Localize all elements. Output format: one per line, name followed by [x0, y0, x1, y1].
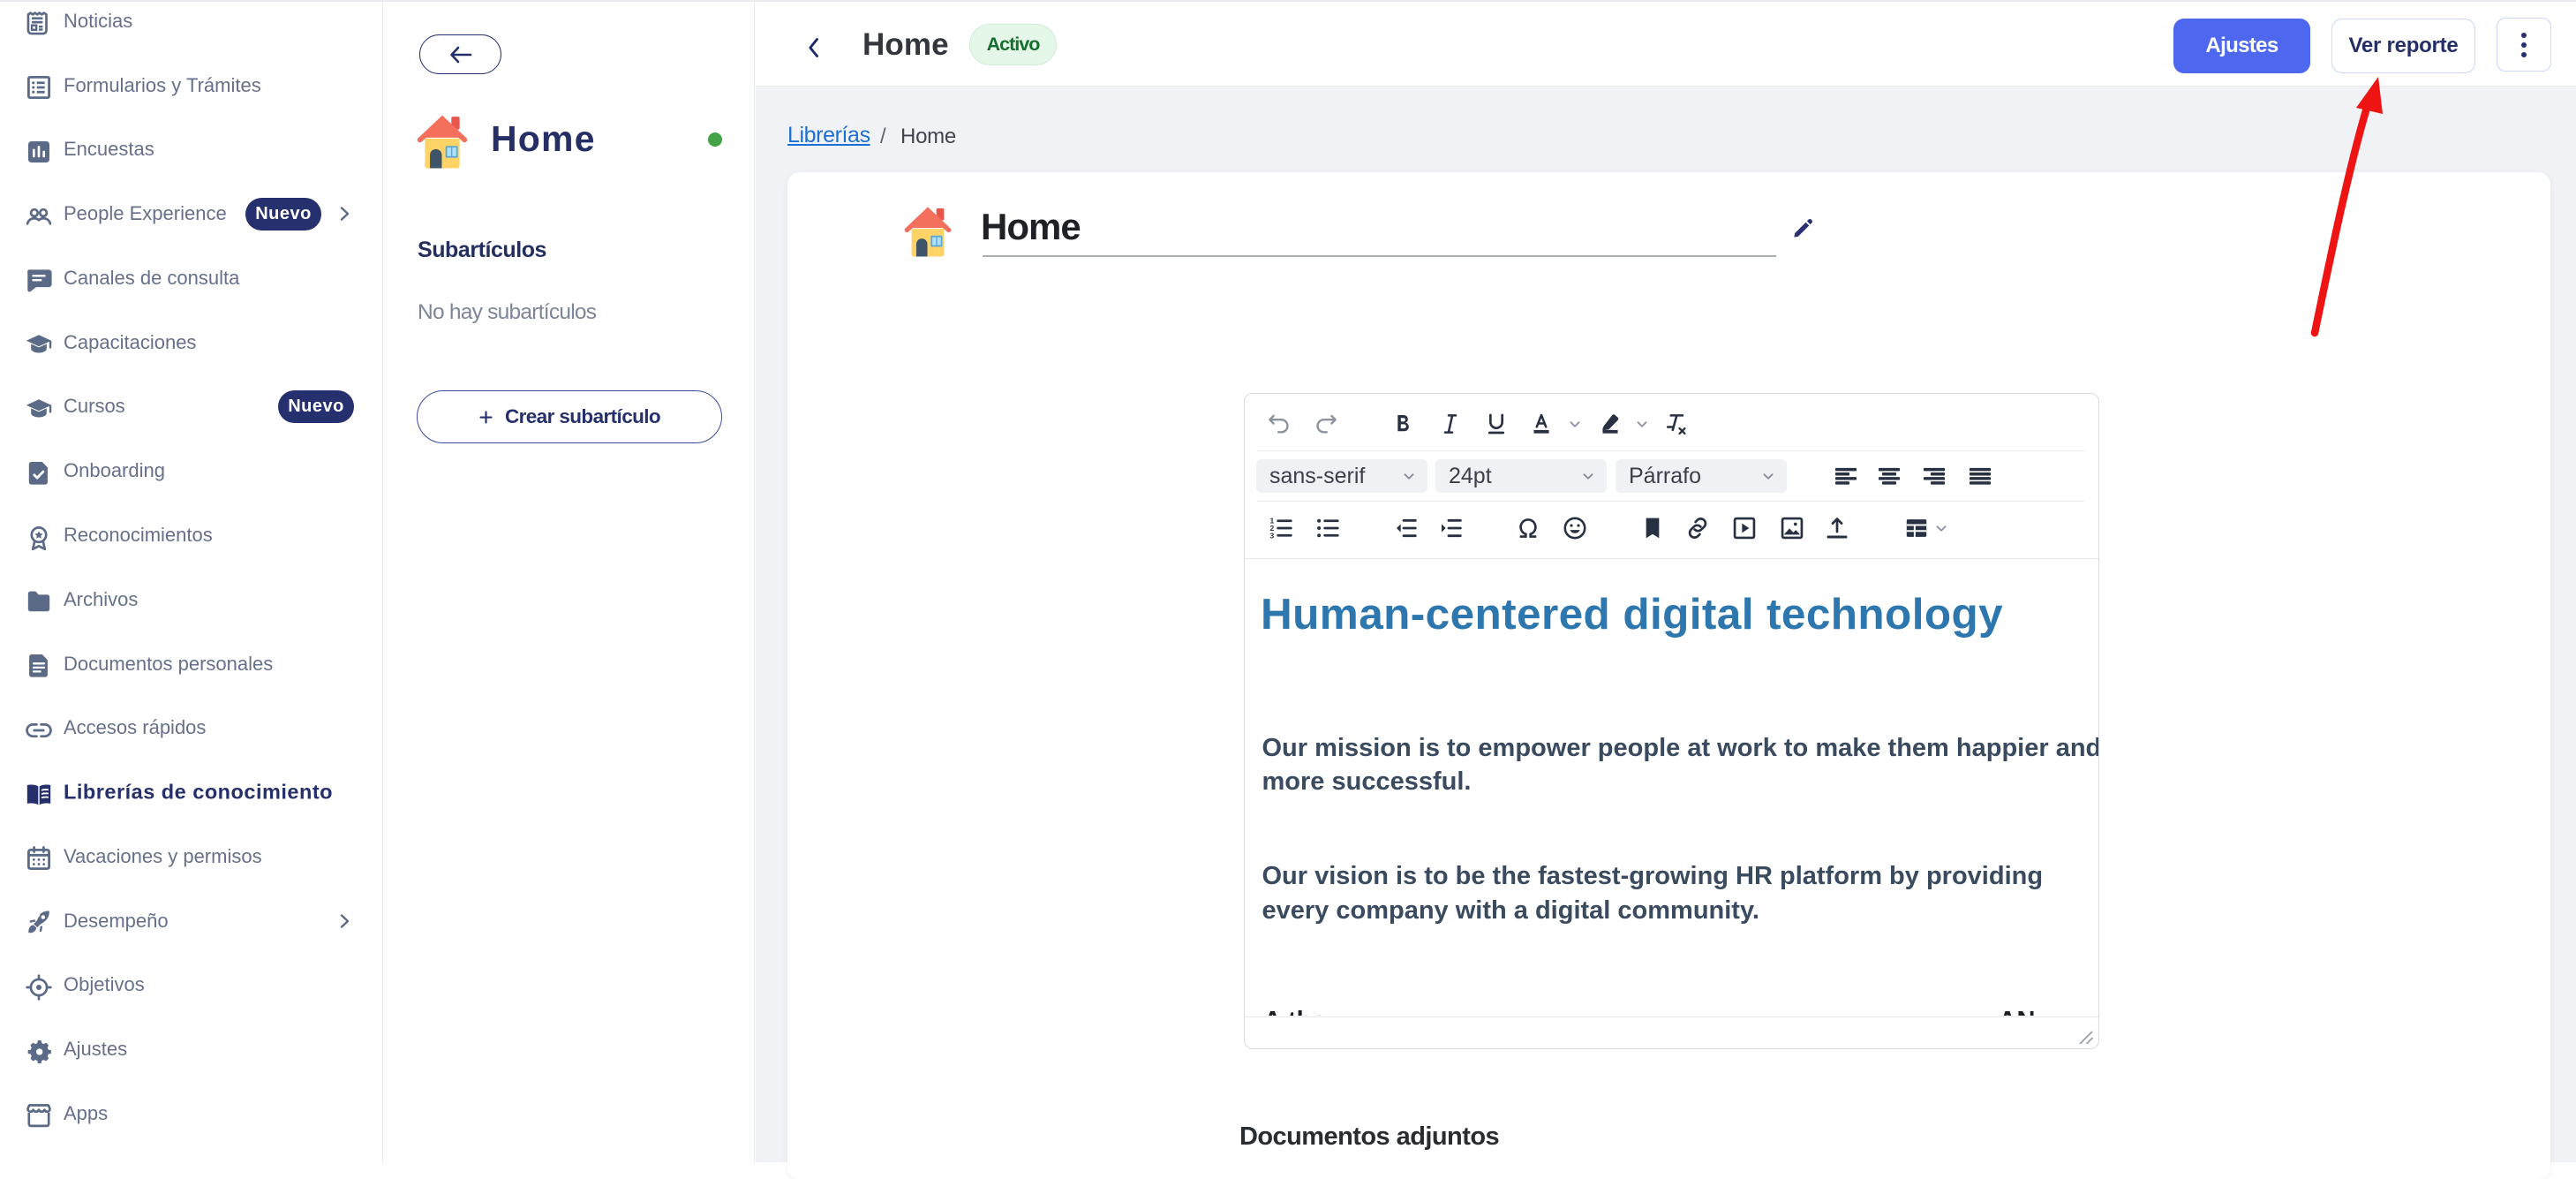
svg-text:3: 3: [1269, 531, 1274, 540]
